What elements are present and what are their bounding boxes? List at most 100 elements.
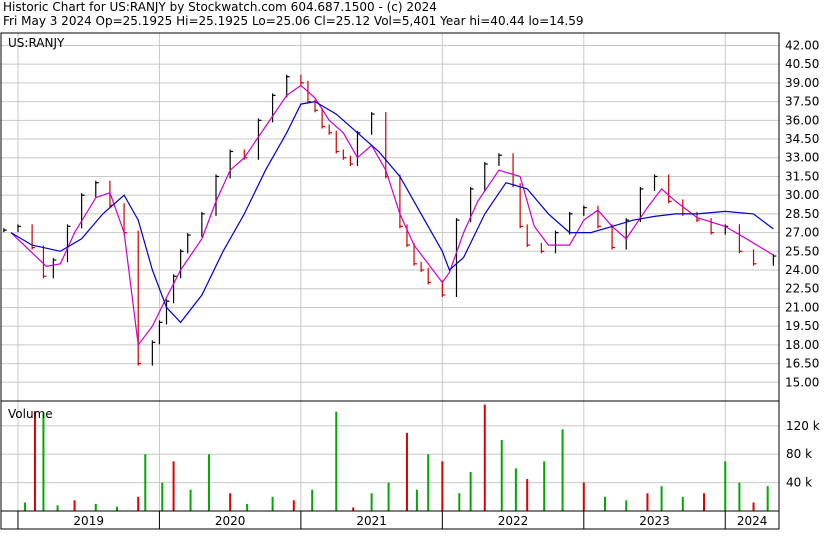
price-tick-label: 21.00 <box>785 300 819 314</box>
volume-bar <box>246 503 249 511</box>
price-bar <box>187 233 191 254</box>
price-bar <box>328 124 333 135</box>
price-tick-label: 30.00 <box>785 188 819 202</box>
price-tick-label: 27.00 <box>785 226 819 240</box>
volume-bar <box>526 479 529 511</box>
y-axis-labels: 42.00 40.50 39.00 37.50 36.00 34.50 33.00 31.50… <box>785 38 820 489</box>
price-grid <box>1 33 779 511</box>
price-tick-label: 40.50 <box>785 57 819 71</box>
volume-bar <box>161 482 164 511</box>
price-bar <box>300 74 304 85</box>
price-tick-label: 28.50 <box>785 207 819 221</box>
price-bar <box>52 258 57 279</box>
x-axis-labels: 2019 2020 2021 2022 2023 2024 <box>17 511 768 529</box>
price-tick-label: 34.50 <box>785 132 819 146</box>
volume-tick-label: 80 k <box>786 447 812 461</box>
year-tick-label: 2022 <box>498 514 529 528</box>
volume-bar <box>514 468 517 511</box>
price-bar <box>597 205 601 229</box>
volume-bar <box>582 482 585 511</box>
volume-bar <box>172 461 175 511</box>
price-bar <box>42 245 47 279</box>
price-bar <box>455 218 460 297</box>
price-bar <box>3 228 7 233</box>
price-tick-label: 33.00 <box>785 151 819 165</box>
year-tick-label: 2019 <box>73 514 104 528</box>
volume-bar <box>458 493 461 511</box>
volume-bar <box>271 496 274 511</box>
price-bar <box>540 243 545 254</box>
price-bar <box>17 224 21 233</box>
price-bar <box>498 153 502 166</box>
price-tick-label: 31.50 <box>785 169 819 183</box>
price-bar <box>371 112 375 135</box>
price-bar <box>512 153 517 188</box>
volume-bar <box>738 482 741 511</box>
volume-bar <box>229 493 232 511</box>
price-bar <box>738 224 743 254</box>
price-bar <box>180 249 184 279</box>
price-bar <box>165 299 170 325</box>
price-panel-title: US:RANJY <box>8 36 65 50</box>
chart-frame: Historic Chart for US:RANJY by Stockwatc… <box>0 0 830 543</box>
volume-bar <box>115 506 118 511</box>
year-tick-label: 2020 <box>215 514 246 528</box>
volume-bar <box>441 461 444 511</box>
volume-bar <box>625 500 628 511</box>
price-bar <box>123 203 128 235</box>
price-bar <box>158 320 163 345</box>
moving-average-lines <box>10 84 774 347</box>
price-tick-label: 15.00 <box>785 375 819 389</box>
volume-bar <box>292 500 295 511</box>
volume-grid <box>1 425 779 484</box>
price-tick-label: 18.00 <box>785 338 819 352</box>
volume-bars <box>24 404 769 511</box>
volume-tick-label: 120 k <box>786 419 820 433</box>
price-tick-label: 37.50 <box>785 95 819 109</box>
price-bar <box>710 218 715 235</box>
price-bar <box>420 261 425 273</box>
volume-bar <box>189 489 192 511</box>
volume-bar <box>766 486 769 511</box>
volume-bar <box>387 482 390 511</box>
price-bar <box>625 218 630 250</box>
volume-bar <box>352 507 355 511</box>
volume-bar <box>752 502 755 511</box>
price-tick-label: 22.50 <box>785 282 819 296</box>
price-bar <box>653 174 658 191</box>
price-tick-label: 36.00 <box>785 113 819 127</box>
volume-bar <box>561 429 564 511</box>
volume-bar <box>405 432 408 511</box>
price-bar <box>335 130 340 154</box>
volume-bar <box>703 493 706 511</box>
price-bar <box>526 224 531 248</box>
volume-bar <box>646 493 649 511</box>
volume-tick-label: 40 k <box>786 476 812 490</box>
price-tick-label: 39.00 <box>785 76 819 90</box>
long-moving-average-line <box>10 100 774 324</box>
price-bar <box>229 149 234 179</box>
price-bar <box>554 230 559 254</box>
volume-bar <box>469 471 472 511</box>
volume-panel-title: Volume <box>8 407 53 421</box>
volume-bar <box>33 411 36 511</box>
volume-bar <box>724 461 727 511</box>
volume-bar <box>415 489 418 511</box>
price-bar <box>81 193 85 229</box>
year-tick-label: 2024 <box>737 514 768 528</box>
volume-bar <box>207 454 210 511</box>
volume-bar <box>543 461 546 511</box>
volume-bar <box>483 404 486 511</box>
short-moving-average-line <box>10 84 774 347</box>
volume-bar <box>56 505 59 511</box>
volume-bar <box>42 413 45 511</box>
price-tick-label: 24.00 <box>785 263 819 277</box>
volume-bar <box>311 489 314 511</box>
volume-bar <box>500 440 503 511</box>
volume-bar <box>137 496 140 511</box>
volume-bar <box>604 496 607 511</box>
price-tick-label: 25.50 <box>785 244 819 258</box>
chart-svg: 42.00 40.50 39.00 37.50 36.00 34.50 33.00 31.50… <box>0 32 820 530</box>
price-bar <box>356 130 361 166</box>
price-bar <box>151 340 156 366</box>
